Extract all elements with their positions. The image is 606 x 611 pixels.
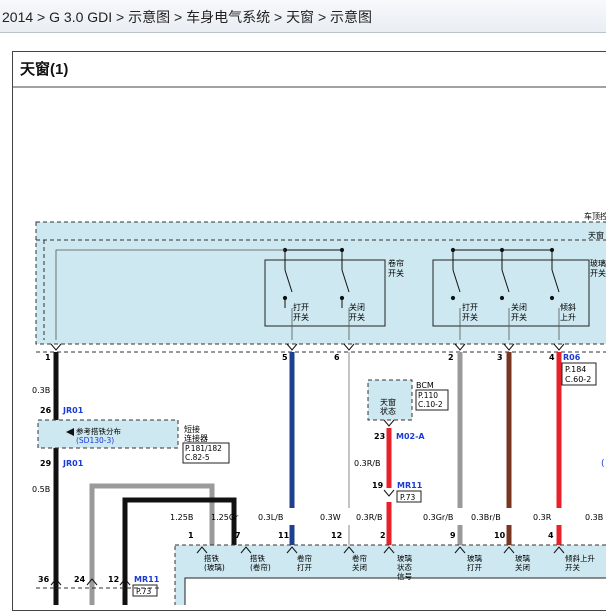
pin-function-label: 玻璃 <box>467 553 482 563</box>
page-ref[interactable]: P.73 <box>400 493 416 502</box>
pin-function-label: 信号 <box>397 571 412 581</box>
shade-switch-label-2: 开关 <box>388 268 404 278</box>
pin-number: 29 <box>40 459 52 468</box>
connector-id[interactable]: M02-A <box>396 432 425 441</box>
page-ref[interactable]: P.184 <box>565 365 586 374</box>
pin-number: 12 <box>331 531 342 540</box>
page-ref[interactable]: C.82-5 <box>185 453 210 462</box>
switch-label: 开关 <box>511 312 527 322</box>
wire-label: 0.3R/B <box>356 513 382 522</box>
pin-function-label: 状态 <box>397 562 412 572</box>
connector-id[interactable]: R06 <box>563 353 581 362</box>
wire-label: 0.3W <box>320 513 341 522</box>
shade-switch-group <box>264 259 386 327</box>
splice-ref[interactable]: (SD130-3) <box>76 436 114 445</box>
wire-label: 1.25B <box>170 513 193 522</box>
roof-console-label: 车顶控 <box>584 211 606 221</box>
pin-number: 4 <box>549 353 555 362</box>
wiring-diagram: 车顶控 天窗 卷帘 开关 打开 开关 关闭 开关 玻璃 开关 打开 开关 关闭 … <box>12 86 606 605</box>
pin-number: 36 <box>38 575 50 584</box>
pin-function-label: 搭铁 <box>250 553 265 563</box>
switch-label: 开关 <box>462 312 478 322</box>
wire-label: 0.3R/B <box>354 459 380 468</box>
wire-label: 0.3B <box>32 386 50 395</box>
pin-function-label: 关闭 <box>352 562 367 572</box>
pin-function-label: 打开 <box>297 562 312 572</box>
pin-number: 1 <box>45 353 51 362</box>
pin-function-label: (卷帘) <box>250 562 271 572</box>
wire-label: 1.25Gr <box>211 513 239 522</box>
wire-label: 0.5B <box>32 485 50 494</box>
bcm-label: BCM <box>416 381 434 390</box>
pin-function-label: 卷帘 <box>352 553 367 563</box>
bcm-state-label: 天窗 <box>380 397 396 407</box>
pin-number: 5 <box>282 353 288 362</box>
pin-number: 2 <box>448 353 454 362</box>
connector-id[interactable]: MR11 <box>134 575 160 584</box>
wire-label: 0.3Br/B <box>471 513 501 522</box>
switch-label: 关闭 <box>511 302 527 312</box>
glass-switch-label-1: 玻璃 <box>590 258 606 268</box>
pin-function-label: 卷帘 <box>297 553 312 563</box>
pin-function-label: 玻璃 <box>515 553 530 563</box>
connector-id[interactable]: JR01 <box>62 459 84 468</box>
joint-label: 短接 <box>184 424 200 434</box>
connector-id[interactable]: MR11 <box>397 481 423 490</box>
pin-number: 1 <box>188 531 194 540</box>
pin-number: 9 <box>450 531 456 540</box>
splice-label: 参考搭铁分布 <box>76 426 121 436</box>
pin-function-label: 开关 <box>565 562 580 572</box>
pin-number: 11 <box>278 531 290 540</box>
pin-number: 6 <box>334 353 340 362</box>
page-ref[interactable]: C.10-2 <box>418 400 443 409</box>
switch-label: 倾斜 <box>560 302 576 312</box>
connector-id[interactable]: JR01 <box>62 406 84 415</box>
glass-switch-label-2: 开关 <box>590 268 606 278</box>
pin-function-label: 搭铁 <box>204 553 219 563</box>
switch-label: 上升 <box>560 313 576 322</box>
pin-function-label: 玻璃 <box>397 553 412 563</box>
sunroof-label: 天窗 <box>588 230 604 240</box>
wire-label: 0.3R <box>533 513 552 522</box>
shade-switch-label-1: 卷帘 <box>388 258 404 268</box>
pin-function-label: 倾斜上升 <box>565 553 595 563</box>
pin-number: 12 <box>108 575 119 584</box>
connector-chevrons <box>50 343 565 351</box>
pin-number: 10 <box>494 531 506 540</box>
pin-number: 3 <box>497 353 503 362</box>
pin-function-label: 打开 <box>467 562 482 572</box>
switch-label: 打开 <box>293 302 309 312</box>
switch-label: 关闭 <box>349 302 365 312</box>
pin-function-label: (玻璃) <box>204 562 225 572</box>
wire-label: 0.3L/B <box>258 513 283 522</box>
page-ref[interactable]: P.110 <box>418 391 438 400</box>
pin-number: 7 <box>235 531 241 540</box>
pin-function-label: 关闭 <box>515 562 530 572</box>
page-ref[interactable]: C.60-2 <box>565 375 591 384</box>
switch-label: 开关 <box>349 312 365 322</box>
pin-number: 2 <box>380 531 386 540</box>
switch-label: 开关 <box>293 312 309 322</box>
pin-number: 19 <box>372 481 384 490</box>
switch-label: 打开 <box>462 302 478 312</box>
page-ref[interactable]: P.181/182 <box>185 444 222 453</box>
wire-label: 0.3Gr/B <box>423 513 453 522</box>
pin-number: 23 <box>374 432 385 441</box>
joint-label: 连接器 <box>184 433 208 443</box>
wire-label: 0.3B <box>585 513 603 522</box>
pin-number: 4 <box>548 531 554 540</box>
stray-mark: ( <box>601 459 605 469</box>
bcm-state-label: 状态 <box>380 406 396 416</box>
pin-number: 26 <box>40 406 52 415</box>
pin-number: 24 <box>74 575 86 584</box>
